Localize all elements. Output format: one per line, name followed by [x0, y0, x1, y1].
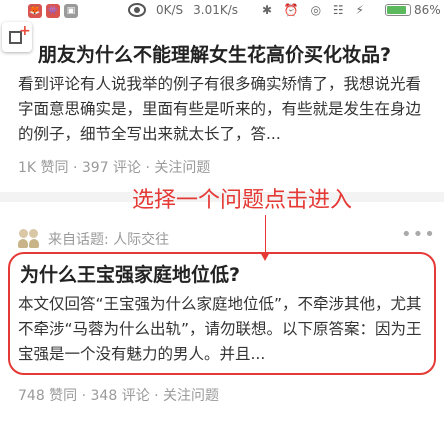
app-notification-icon: 🦊	[28, 4, 42, 18]
topic-label[interactable]: 来自话题: 人际交往	[48, 229, 169, 249]
battery-percent: 86%	[414, 3, 441, 17]
instruction-annotation: 选择一个问题点击进入	[132, 188, 353, 213]
battery-icon	[385, 4, 411, 16]
app-notification-icon: 👾	[46, 4, 60, 18]
battery-level	[387, 6, 406, 14]
app-notification-icon: ▣	[64, 4, 78, 18]
question-title[interactable]: 为什么王宝强家庭地位低?	[20, 260, 240, 287]
system-icons: ✱ ⏰ ◎ ☷ ⚡	[262, 3, 368, 17]
people-icon	[18, 229, 40, 249]
arrow-head-icon	[260, 252, 270, 261]
answer-stats: 748 赞同 · 348 评论 · 关注问题	[18, 388, 220, 404]
network-speed: 0K/S 3.01K/s	[128, 3, 238, 17]
feed-item[interactable]: 来自话题: 人际交往 ••• 为什么王宝强家庭地位低? 本文仅回答“王宝强为什么…	[0, 202, 444, 429]
answer-stats: 1K 赞同 · 397 评论 · 关注问题	[18, 160, 211, 176]
speed-value: 3.01K/s	[193, 3, 239, 17]
annotation-arrow	[265, 215, 266, 255]
answer-excerpt[interactable]: 看到评论有人说我举的例子有很多确实矫情了，我想说光看字面意思确实是，里面有些是听…	[18, 72, 430, 147]
notification-icons: 🦊 👾 ▣	[28, 4, 78, 18]
answer-excerpt[interactable]: 本文仅回答“王宝强为什么家庭地位低”，不牵涉其他，尤其不牵涉“马蓉为什么出轨”，…	[18, 292, 430, 367]
question-title[interactable]: 朋友为什么不能理解女生花高价买化妆品?	[38, 40, 391, 67]
more-options-icon[interactable]: •••	[401, 224, 436, 245]
topic-source[interactable]: 来自话题: 人际交往	[18, 229, 169, 249]
status-bar: 🦊 👾 ▣ 0K/S 3.01K/s ✱ ⏰ ◎ ☷ ⚡ 86%	[0, 0, 444, 22]
speed-label: 0K/S	[156, 3, 184, 17]
eye-icon	[128, 3, 146, 17]
feed-item[interactable]: 朋友为什么不能理解女生花高价买化妆品? 看到评论有人说我举的例子有很多确实矫情了…	[0, 22, 444, 192]
